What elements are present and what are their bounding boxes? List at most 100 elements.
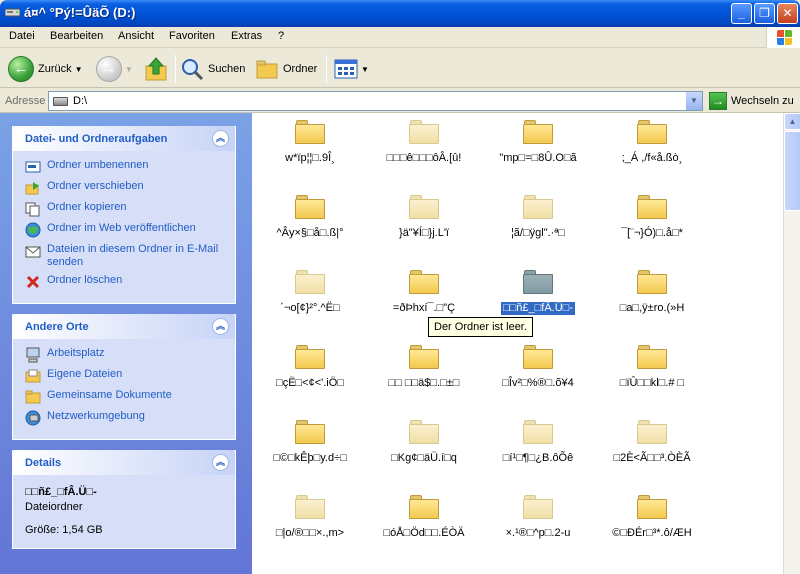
folder-icon [295,420,325,444]
close-button[interactable]: ✕ [777,3,798,24]
folder-item[interactable]: }ä"¥Í□}j.L'ï [367,195,481,240]
task-rename-folder[interactable]: Ordner umbenennen [25,159,229,175]
back-label: Zurück [38,63,72,75]
folder-name: =ðÞhxí¯.□"Ç [392,302,456,314]
folder-item[interactable]: □ïÛ□□kl□.# □ [595,345,709,390]
folder-item[interactable]: =ðÞhxí¯.□"Ç [367,270,481,315]
folder-name: □|o/®□□×.,m> [275,527,345,539]
details-size: Größe: 1,54 GB [25,524,103,536]
folder-item[interactable]: □í¹□¶□¿B.ôÕê [481,420,595,465]
vertical-scrollbar[interactable]: ▲ [783,113,800,574]
folder-item-selected[interactable]: □□ñ£_□fÂ.Ü□- [481,270,595,316]
other-places-panel: Andere Orte ︽ Arbeitsplatz Eigene Dateie… [12,314,236,440]
folder-name: □□ñ£_□fÂ.Ü□- [500,301,576,316]
back-button[interactable]: ← Zurück ▼ [8,54,83,84]
folder-name: ©□ÐÉr□³*.ô/ÆH [612,527,692,539]
folder-icon [295,270,325,294]
collapse-icon[interactable]: ︽ [212,130,229,147]
minimize-button[interactable]: _ [731,3,752,24]
folder-icon [523,495,553,519]
place-label: Gemeinsame Dokumente [47,389,172,401]
menu-extras[interactable]: Extras [231,30,262,42]
folder-item[interactable]: □çË□<¢<'.iÖ□ [253,345,367,390]
folder-item[interactable]: □Kg¢□äÜ.í□q [367,420,481,465]
folder-name: □a□,ÿ±ro.(»H [619,302,685,314]
folder-name: }ä"¥Í□}j.L'ï [399,227,449,239]
drive-icon [4,6,21,18]
folder-name: □í¹□¶□¿B.ôÕê [502,452,574,464]
folders-button[interactable]: Ordner [255,54,317,84]
folder-item[interactable]: □©□kÊþ□y.d÷□ [253,420,367,465]
computer-icon [25,347,41,363]
address-input[interactable]: D:\ ▼ [48,91,703,111]
menu-datei[interactable]: Datei [9,30,35,42]
address-label: Adresse [5,95,46,107]
file-list[interactable]: w*ïp¦¦□.9Î¸ □□□ê□□□ôÂ.[û! "mp□=□8Û.O□ã ;… [252,113,783,574]
go-button[interactable]: → Wechseln zu [709,92,794,110]
folder-item[interactable]: ¯[¨¬}Ó)□.å□* [595,195,709,240]
scroll-up-button[interactable]: ▲ [784,113,800,130]
details-title: Details [25,457,62,469]
folder-item[interactable]: □2È<Ã□□³.ÒÈÃ [595,420,709,465]
folder-name: □ïÛ□□kl□.# □ [619,377,685,389]
folder-item[interactable]: ´¬o[¢}²°.^Ë□ [253,270,367,315]
menu-ansicht[interactable]: Ansicht [118,30,154,42]
folder-icon [523,420,553,444]
maximize-button[interactable]: ❐ [754,3,775,24]
task-publish-web[interactable]: Ordner im Web veröffentlichen [25,222,229,238]
folder-icon [295,120,325,144]
folder-item[interactable]: ×.¹®□^p□.2-u [481,495,595,540]
folder-icon [409,495,439,519]
forward-button[interactable]: → ▼ [96,54,133,84]
task-label: Ordner löschen [47,274,123,286]
title-bar[interactable]: á¤^ °Pý!=ÛäÕ (D:) _ ❐ ✕ [0,0,800,27]
menu-bearbeiten[interactable]: Bearbeiten [50,30,103,42]
up-button[interactable] [144,54,168,84]
folder-item[interactable]: □|o/®□□×.,m> [253,495,367,540]
menu-help[interactable]: ? [278,30,284,42]
folder-item[interactable]: ©□ÐÉr□³*.ô/ÆH [595,495,709,540]
collapse-icon[interactable]: ︽ [212,454,229,471]
search-button[interactable]: Suchen [180,54,245,84]
folder-item[interactable]: □a□,ÿ±ro.(»H [595,270,709,315]
folder-item[interactable]: "mp□=□8Û.O□ã [481,120,595,165]
details-header[interactable]: Details ︽ [13,450,235,475]
menu-favoriten[interactable]: Favoriten [169,30,215,42]
collapse-icon[interactable]: ︽ [212,318,229,335]
folder-icon [295,345,325,369]
place-my-documents[interactable]: Eigene Dateien [25,368,229,384]
place-my-computer[interactable]: Arbeitsplatz [25,347,229,363]
folder-name: ×.¹®□^p□.2-u [505,527,571,539]
folder-item[interactable]: □óÅ□Öd□□.ÉÒÄ [367,495,481,540]
scroll-thumb[interactable] [784,131,800,211]
task-delete-folder[interactable]: Ordner löschen [25,274,229,290]
views-icon [334,59,358,79]
folder-item[interactable]: □□□ê□□□ôÂ.[û! [367,120,481,165]
folder-item[interactable]: ^Ây×§□å□.ß|° [253,195,367,240]
task-email-files[interactable]: Dateien in diesem Ordner in E-Mail sende… [25,243,229,269]
other-places-header[interactable]: Andere Orte ︽ [13,314,235,339]
task-label: Dateien in diesem Ordner in E-Mail sende… [47,243,219,268]
go-label: Wechseln zu [731,95,794,107]
file-folder-tasks-panel: Datei- und Ordneraufgaben ︽ Ordner umben… [12,126,236,304]
web-publish-icon [25,222,41,238]
task-move-folder[interactable]: Ordner verschieben [25,180,229,196]
views-button[interactable]: ▼ [334,54,369,84]
rename-icon [25,159,41,175]
search-icon [182,59,204,81]
place-shared-documents[interactable]: Gemeinsame Dokumente [25,389,229,405]
email-icon [25,243,41,259]
task-copy-folder[interactable]: Ordner kopieren [25,201,229,217]
place-network[interactable]: Netzwerkumgebung [25,410,229,426]
folder-item[interactable]: □Îv²□%®□.õ¥4 [481,345,595,390]
folder-item[interactable]: ;_Á ,/f«å.ßò¸ [595,120,709,165]
folder-item[interactable]: □□ □□ä$□.□±□ [367,345,481,390]
folder-icon [637,345,667,369]
documents-icon [25,368,41,384]
folder-item[interactable]: ¦ã/□ÿgl".·ª□ [481,195,595,240]
folder-icon [409,270,439,294]
address-dropdown-button[interactable]: ▼ [685,92,702,110]
folder-item[interactable]: w*ïp¦¦□.9Î¸ [253,120,367,165]
file-tasks-header[interactable]: Datei- und Ordneraufgaben ︽ [13,126,235,151]
place-label: Netzwerkumgebung [47,410,145,422]
